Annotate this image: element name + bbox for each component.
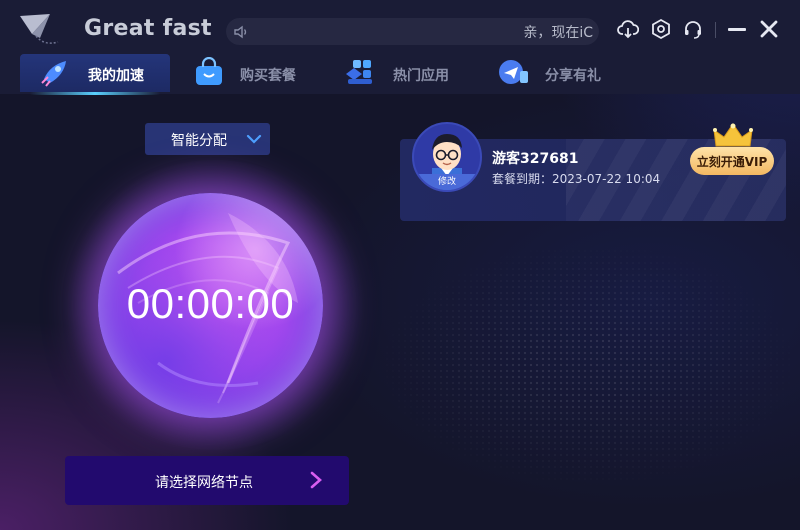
tab-label: 热门应用	[393, 68, 449, 84]
chevron-down-icon	[246, 134, 262, 144]
mode-select-dropdown[interactable]: 智能分配	[145, 123, 270, 155]
notice-marquee[interactable]: 亲，现在iC	[226, 18, 599, 45]
username: 游客327681	[492, 151, 579, 167]
titlebar-separator	[715, 22, 716, 38]
notice-text: 亲，现在iC	[523, 25, 593, 41]
app-brand-name: Great fast	[84, 16, 212, 41]
tab-label: 分享有礼	[545, 68, 601, 84]
minimize-icon[interactable]	[726, 18, 748, 40]
background-dot-pattern	[330, 200, 800, 530]
apps-grid-icon	[346, 60, 372, 84]
speaker-icon	[234, 25, 247, 39]
avatar[interactable]: 修改	[412, 122, 482, 192]
tab-share-gift[interactable]: 分享有礼	[490, 54, 630, 92]
shopping-bag-icon	[196, 57, 222, 85]
package-expire-text: 套餐到期：2023-07-22 10:04	[492, 172, 661, 186]
app-window: Great fast 亲，现在iC 我的加速 购买套餐 热门应用 分享有礼 智能…	[0, 0, 800, 530]
headset-icon[interactable]	[682, 18, 704, 40]
rocket-icon	[41, 61, 66, 87]
share-gift-icon	[499, 60, 528, 84]
main-tab-bar: 我的加速 购买套餐 热门应用 分享有礼	[0, 54, 800, 95]
title-bar[interactable]: Great fast 亲，现在iC	[0, 0, 800, 54]
close-icon[interactable]	[758, 18, 780, 40]
paper-plane-logo-icon	[20, 14, 59, 44]
tab-my-acceleration[interactable]: 我的加速	[20, 54, 170, 95]
connection-timer: 00:00:00	[126, 280, 295, 327]
tab-buy-package[interactable]: 购买套餐	[180, 54, 320, 92]
open-vip-button[interactable]: 立刻开通VIP	[690, 147, 774, 175]
cloud-download-icon[interactable]	[617, 18, 639, 40]
tab-label: 购买套餐	[240, 68, 296, 84]
chevron-right-icon	[310, 471, 322, 489]
tab-hot-apps[interactable]: 热门应用	[335, 54, 475, 92]
avatar-edit-label[interactable]: 修改	[414, 174, 480, 190]
select-node-label: 请选择网络节点	[155, 475, 253, 491]
settings-hex-icon[interactable]	[650, 18, 672, 40]
mode-select-value: 智能分配	[171, 133, 227, 149]
crown-icon	[713, 123, 753, 147]
tab-label: 我的加速	[88, 68, 144, 84]
open-vip-label: 立刻开通VIP	[696, 155, 768, 169]
select-node-button[interactable]: 请选择网络节点	[65, 456, 349, 505]
